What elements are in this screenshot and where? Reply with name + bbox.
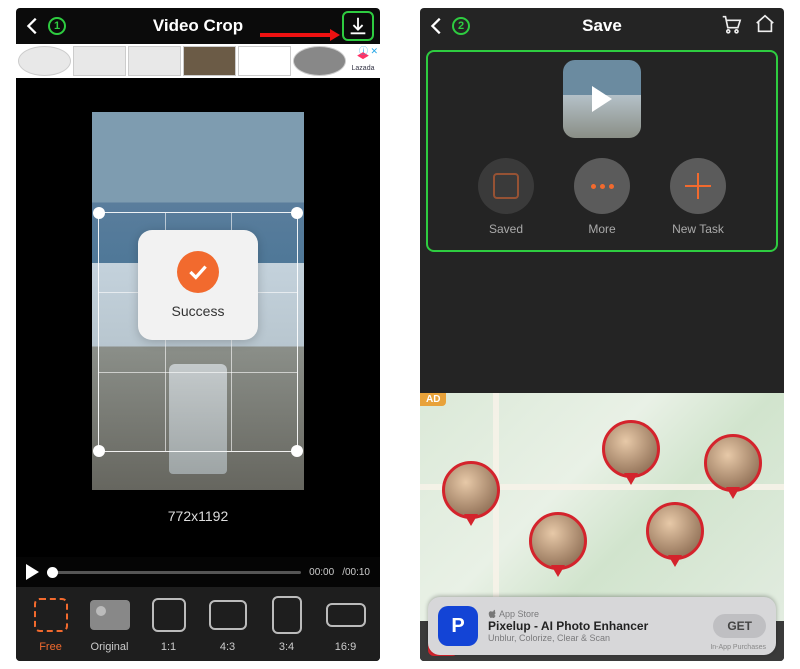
screen-video-crop: 1 Video Crop Lazada ⓘ ✕: [16, 8, 380, 661]
ratio-3-4[interactable]: 3:4: [260, 595, 313, 653]
appstore-app-name: Pixelup - AI Photo Enhancer: [488, 619, 703, 633]
map-pin: [442, 461, 500, 519]
large-ad[interactable]: AD Dating.com™ Tap into an online dating…: [420, 393, 784, 661]
ad-thumb: [183, 46, 236, 76]
action-new-task[interactable]: New Task: [670, 158, 726, 236]
ad-info-icon[interactable]: ⓘ ✕: [357, 44, 380, 57]
more-icon: [591, 184, 614, 189]
get-button[interactable]: GET: [713, 614, 766, 638]
success-toast: Success: [138, 230, 258, 340]
time-current: 00:00: [309, 567, 334, 578]
titlebar: 2 Save: [420, 8, 784, 44]
page-title: Video Crop: [16, 16, 380, 36]
ratio-4-3[interactable]: 4:3: [201, 595, 254, 653]
crop-handle-tr[interactable]: [291, 207, 303, 219]
play-button[interactable]: [26, 564, 39, 580]
annotation-arrow: [260, 26, 340, 34]
banner-ad-strip[interactable]: Lazada ⓘ ✕: [16, 44, 380, 78]
app-logo: P: [438, 606, 478, 646]
screen-save: 2 Save Saved More New Tas: [420, 8, 784, 661]
ad-thumb: [238, 46, 291, 76]
map-pin: [602, 420, 660, 478]
step-badge-1: 1: [48, 17, 66, 35]
save-panel: Saved More New Task: [426, 50, 778, 252]
home-icon[interactable]: [754, 13, 776, 40]
success-label: Success: [172, 303, 225, 319]
crop-handle-bl[interactable]: [93, 445, 105, 457]
ad-thumb: [73, 46, 126, 76]
action-row: Saved More New Task: [478, 158, 726, 236]
ratio-free[interactable]: Free: [24, 595, 77, 653]
ad-thumb: [128, 46, 181, 76]
export-button[interactable]: [342, 11, 374, 41]
crop-handle-tl[interactable]: [93, 207, 105, 219]
crop-handle-br[interactable]: [291, 445, 303, 457]
back-button[interactable]: [420, 9, 454, 43]
back-button[interactable]: [16, 9, 50, 43]
video-frame[interactable]: Success: [92, 112, 304, 490]
titlebar: 1 Video Crop: [16, 8, 380, 44]
ratio-16-9[interactable]: 16:9: [319, 595, 372, 653]
video-preview: Success 772x1192: [16, 78, 380, 557]
checkmark-icon: [177, 251, 219, 293]
map-pin: [704, 434, 762, 492]
play-icon: [592, 86, 612, 112]
appstore-banner[interactable]: P App Store Pixelup - AI Photo Enhancer …: [428, 597, 776, 655]
aspect-ratio-bar: Free Original 1:1 4:3 3:4 16:9: [16, 587, 380, 661]
action-more[interactable]: More: [574, 158, 630, 236]
ad-map-image: [420, 393, 784, 621]
saved-icon: [493, 173, 519, 199]
action-saved[interactable]: Saved: [478, 158, 534, 236]
ad-thumb: [18, 46, 71, 76]
ad-badge: AD: [420, 393, 446, 406]
dimensions-readout: 772x1192: [168, 508, 228, 524]
appstore-app-sub: Unblur, Colorize, Clear & Scan: [488, 633, 703, 643]
map-pin: [646, 502, 704, 560]
seek-slider[interactable]: [47, 571, 301, 574]
ratio-1-1[interactable]: 1:1: [142, 595, 195, 653]
ratio-original[interactable]: Original: [83, 595, 136, 653]
playback-bar: 00:00/00:10: [16, 557, 380, 587]
step-badge-2: 2: [452, 17, 470, 35]
appstore-label: App Store: [488, 609, 703, 619]
seek-thumb[interactable]: [47, 567, 58, 578]
time-total: /00:10: [342, 567, 370, 578]
map-pin: [529, 512, 587, 570]
plus-icon: [685, 173, 711, 199]
cart-icon[interactable]: [720, 13, 742, 40]
ad-thumb: [293, 46, 346, 76]
in-app-purchase-label: In-App Purchases: [710, 644, 766, 651]
video-thumbnail[interactable]: [563, 60, 641, 138]
